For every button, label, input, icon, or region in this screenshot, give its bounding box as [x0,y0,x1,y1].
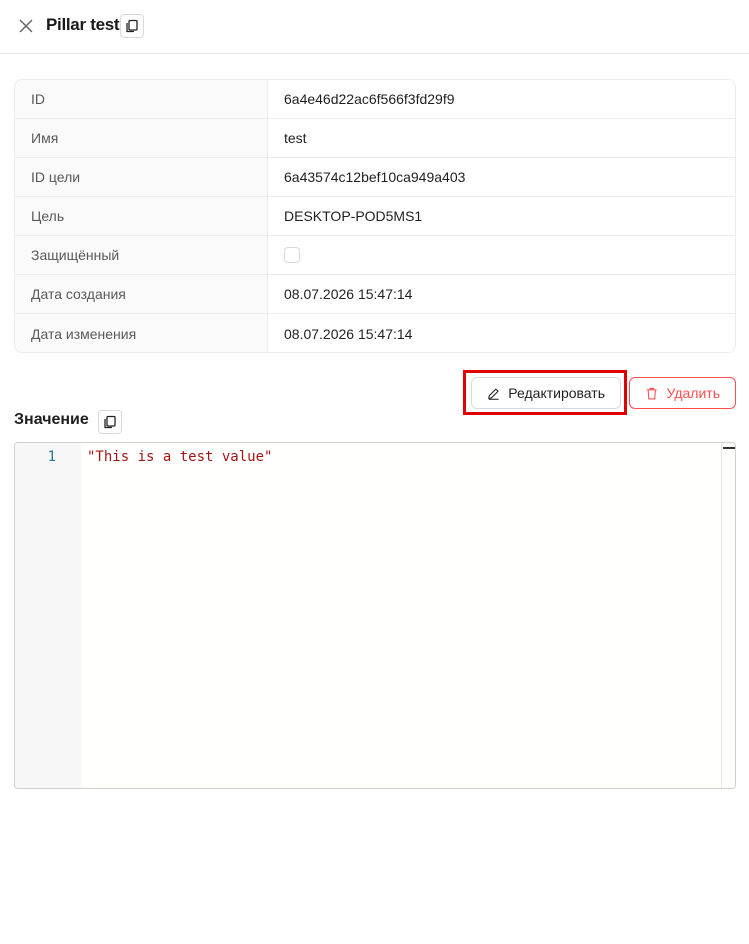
row-value-modified: 08.07.2026 15:47:14 [284,325,413,342]
copy-icon [126,19,138,33]
row-value-id: 6a4e46d22ac6f566f3fd29f9 [284,91,455,107]
row-value-created: 08.07.2026 15:47:14 [284,286,413,302]
editor-scrollbar[interactable] [721,443,735,788]
table-row: Имя test [15,119,735,158]
edit-icon [488,388,499,400]
row-label-target-id: ID цели [15,158,268,196]
row-label-id: ID [15,80,268,118]
line-gutter: 1 [15,443,81,788]
row-label-created: Дата создания [15,275,268,313]
row-label-modified: Дата изменения [15,314,268,352]
protected-checkbox[interactable] [284,247,300,263]
table-row: ID 6a4e46d22ac6f566f3fd29f9 [15,80,735,119]
copy-value-button[interactable] [98,410,122,434]
value-section-title: Значение [14,411,89,428]
row-label-protected: Защищённый [15,236,268,274]
code-line[interactable]: "This is a test value" [87,449,272,465]
drawer-header: Pillar test [0,0,749,54]
row-label-target: Цель [15,197,268,235]
page-title: Pillar test [46,15,120,34]
copy-title-button[interactable] [120,14,144,38]
details-table: ID 6a4e46d22ac6f566f3fd29f9 Имя test ID … [14,79,736,353]
row-label-name: Имя [15,119,268,157]
close-button[interactable] [14,14,38,38]
delete-icon [646,387,657,399]
delete-button[interactable]: Удалить [629,377,736,409]
close-icon [19,19,33,33]
scrollbar-thumb[interactable] [723,447,735,449]
row-value-name: test [284,130,307,146]
row-value-target: DESKTOP-POD5MS1 [284,208,423,224]
row-value-protected [268,236,735,274]
table-row: Цель DESKTOP-POD5MS1 [15,197,735,236]
table-row: Дата изменения 08.07.2026 15:47:14 [15,314,735,352]
line-number: 1 [47,449,56,465]
table-row: ID цели 6a43574c12bef10ca949a403 [15,158,735,197]
row-value-target-id: 6a43574c12bef10ca949a403 [284,169,466,185]
edit-button-label: Редактировать [508,385,605,401]
code-editor[interactable]: 1 "This is a test value" [14,442,736,789]
table-row: Защищённый [15,236,735,275]
table-row: Дата создания 08.07.2026 15:47:14 [15,275,735,314]
delete-button-label: Удалить [666,385,720,401]
edit-button[interactable]: Редактировать [471,377,621,409]
copy-icon [104,415,116,429]
